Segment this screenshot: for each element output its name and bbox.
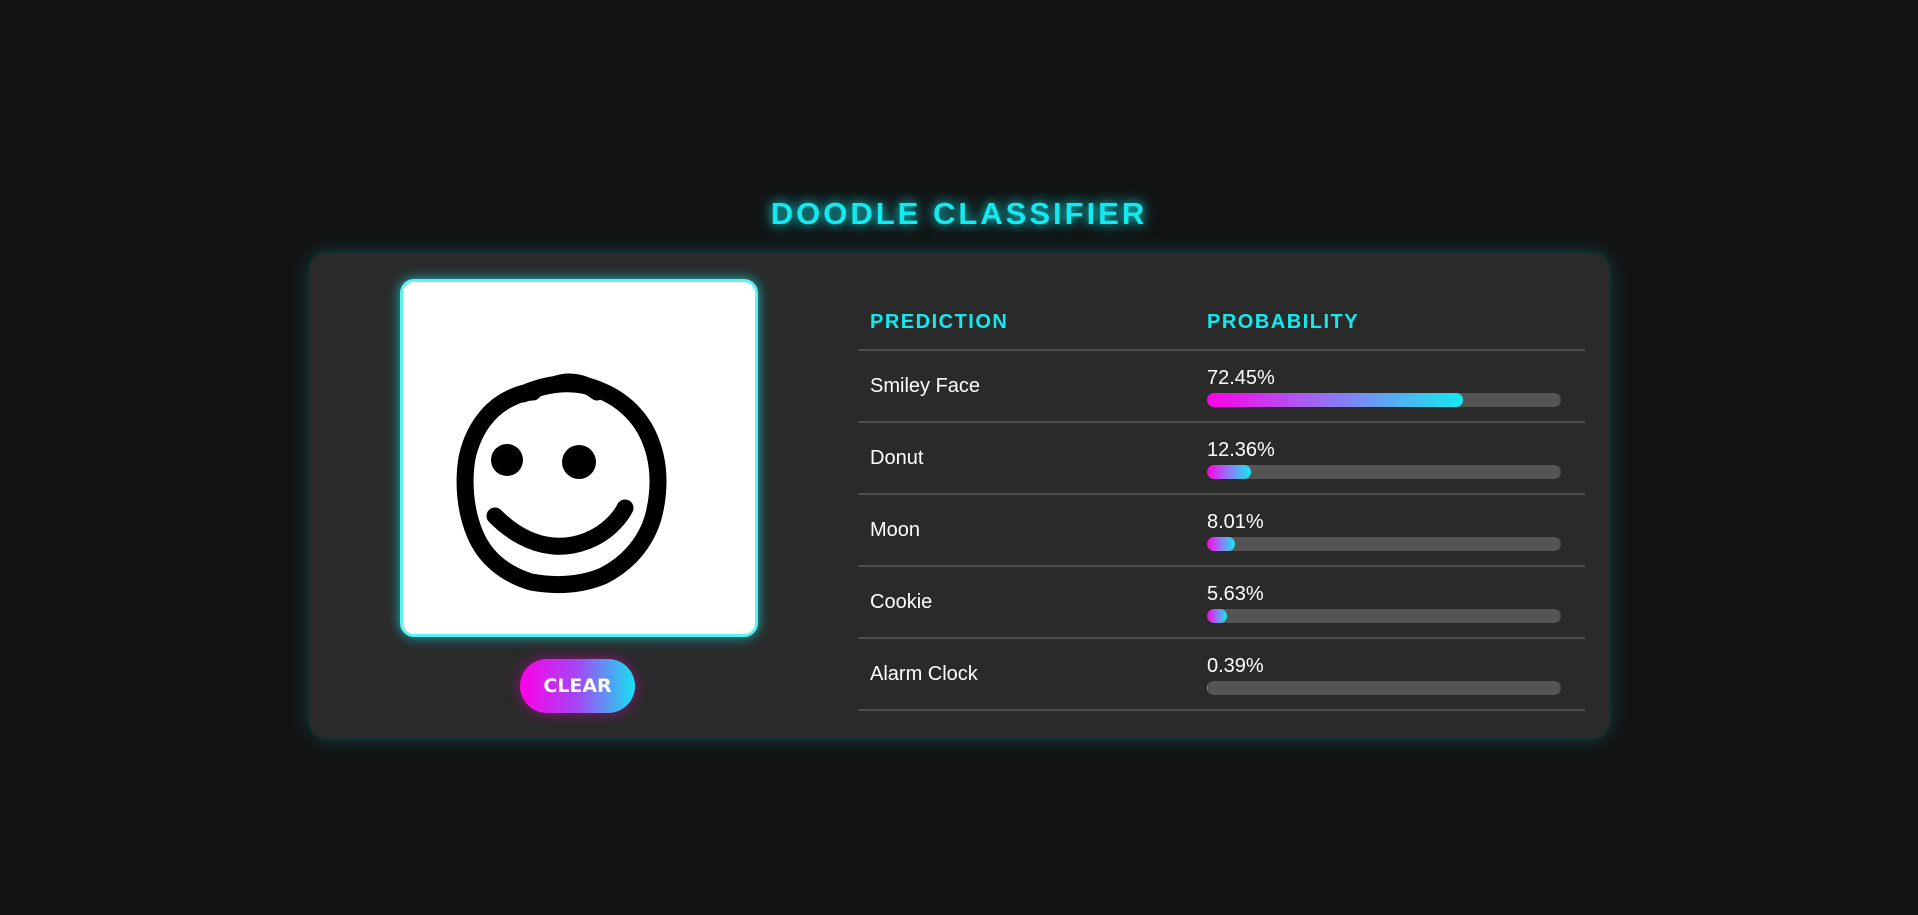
classifier-panel: CLEAR PREDICTION PROBABILITY Smiley Face… <box>310 253 1609 738</box>
probability-cell: 0.39% <box>1207 652 1585 696</box>
prediction-label: Donut <box>870 446 924 469</box>
table-row: Alarm Clock 0.39% <box>858 639 1585 711</box>
prediction-label: Smiley Face <box>870 374 981 397</box>
probability-bar-track <box>1207 537 1561 551</box>
probability-bar-fill <box>1207 681 1209 695</box>
probability-bar-fill <box>1207 537 1236 551</box>
probability-value: 8.01% <box>1207 511 1264 533</box>
probability-value: 5.63% <box>1207 583 1264 605</box>
prediction-label: Alarm Clock <box>870 662 978 685</box>
table-row: Cookie 5.63% <box>858 567 1585 639</box>
probability-cell: 8.01% <box>1207 508 1585 552</box>
probability-value: 72.45% <box>1207 367 1275 389</box>
prediction-label: Moon <box>870 518 921 541</box>
probability-bar-track <box>1207 681 1561 695</box>
probability-bar-track <box>1207 393 1561 407</box>
probability-cell: 72.45% <box>1207 364 1585 408</box>
probability-bar-fill <box>1207 465 1251 479</box>
probability-bar-fill <box>1207 609 1227 623</box>
prediction-column-header: PREDICTION <box>870 311 1009 333</box>
prediction-label: Cookie <box>870 590 933 613</box>
probability-bar-track <box>1207 465 1561 479</box>
probability-bar-track <box>1207 609 1561 623</box>
probability-value: 12.36% <box>1207 439 1275 461</box>
probability-bar-fill <box>1207 393 1464 407</box>
table-row: Smiley Face 72.45% <box>858 351 1585 423</box>
probability-cell: 5.63% <box>1207 580 1585 624</box>
drawing-canvas[interactable] <box>400 279 758 637</box>
probability-cell: 12.36% <box>1207 436 1585 480</box>
table-row: Moon 8.01% <box>858 495 1585 567</box>
app-title: DOODLE CLASSIFIER <box>770 196 1148 231</box>
clear-button[interactable]: CLEAR <box>520 659 635 713</box>
results-table: PREDICTION PROBABILITY Smiley Face 72.45… <box>858 299 1585 711</box>
smiley-doodle-drawing <box>456 373 667 593</box>
app-root: DOODLE CLASSIFIER CLEAR PREDICTION PROBA… <box>0 0 1918 915</box>
probability-value: 0.39% <box>1207 655 1264 677</box>
probability-column-header: PROBABILITY <box>1207 311 1360 333</box>
results-header-row: PREDICTION PROBABILITY <box>858 299 1585 351</box>
table-row: Donut 12.36% <box>858 423 1585 495</box>
